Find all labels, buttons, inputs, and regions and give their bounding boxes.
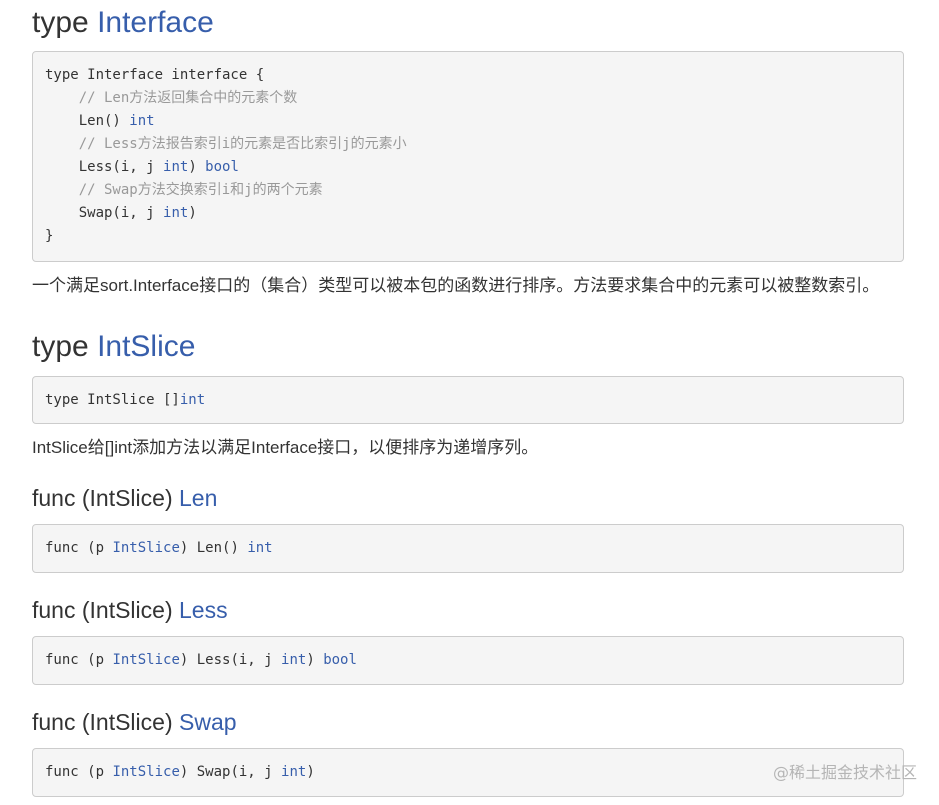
code-block-len: func (p IntSlice) Len() int [32,524,904,573]
code-line: Swap(i, j int) [45,205,197,221]
code-line: } [45,228,54,244]
link-interface[interactable]: Interface [97,6,214,39]
heading-prefix: func (IntSlice) [32,709,173,735]
watermark: @稀土掘金技术社区 [772,763,917,782]
code-line: type Interface interface { [45,67,265,83]
heading-prefix: func (IntSlice) [32,597,173,623]
code-line: Less(i, j int) bool [45,159,239,175]
code-block-intslice: type IntSlice []int [32,376,904,424]
link-intslice[interactable]: IntSlice [97,330,195,363]
code-block-less: func (p IntSlice) Less(i, j int) bool [32,636,904,685]
interface-description: 一个满足sort.Interface接口的（集合）类型可以被本包的函数进行排序。… [32,276,880,295]
code-line: func (p IntSlice) Swap(i, j int) [45,764,315,780]
heading-keyword: type [32,330,89,363]
code-comment: // Swap方法交换索引i和j的两个元素 [45,182,323,198]
heading-func-swap: func (IntSlice) Swap [32,705,904,739]
code-line: Len() int [45,113,155,129]
heading-func-len: func (IntSlice) Len [32,481,904,515]
code-block-interface: type Interface interface { // Len方法返回集合中… [32,51,904,262]
heading-type-interface: type Interface [32,0,904,46]
link-swap[interactable]: Swap [179,709,237,735]
code-comment: // Less方法报告索引i的元素是否比索引j的元素小 [45,136,407,152]
intslice-description: IntSlice给[]int添加方法以满足Interface接口，以便排序为递增… [32,438,539,457]
code-line: func (p IntSlice) Less(i, j int) bool [45,652,357,668]
code-line: func (p IntSlice) Len() int [45,540,273,556]
code-line: type IntSlice []int [45,392,206,408]
link-len[interactable]: Len [179,485,217,511]
link-less[interactable]: Less [179,597,228,623]
heading-type-intslice: type IntSlice [32,324,904,370]
heading-func-less: func (IntSlice) Less [32,593,904,627]
heading-prefix: func (IntSlice) [32,485,173,511]
document: type Interface type Interface interface … [32,0,904,797]
heading-keyword: type [32,6,89,39]
code-comment: // Len方法返回集合中的元素个数 [45,90,298,106]
